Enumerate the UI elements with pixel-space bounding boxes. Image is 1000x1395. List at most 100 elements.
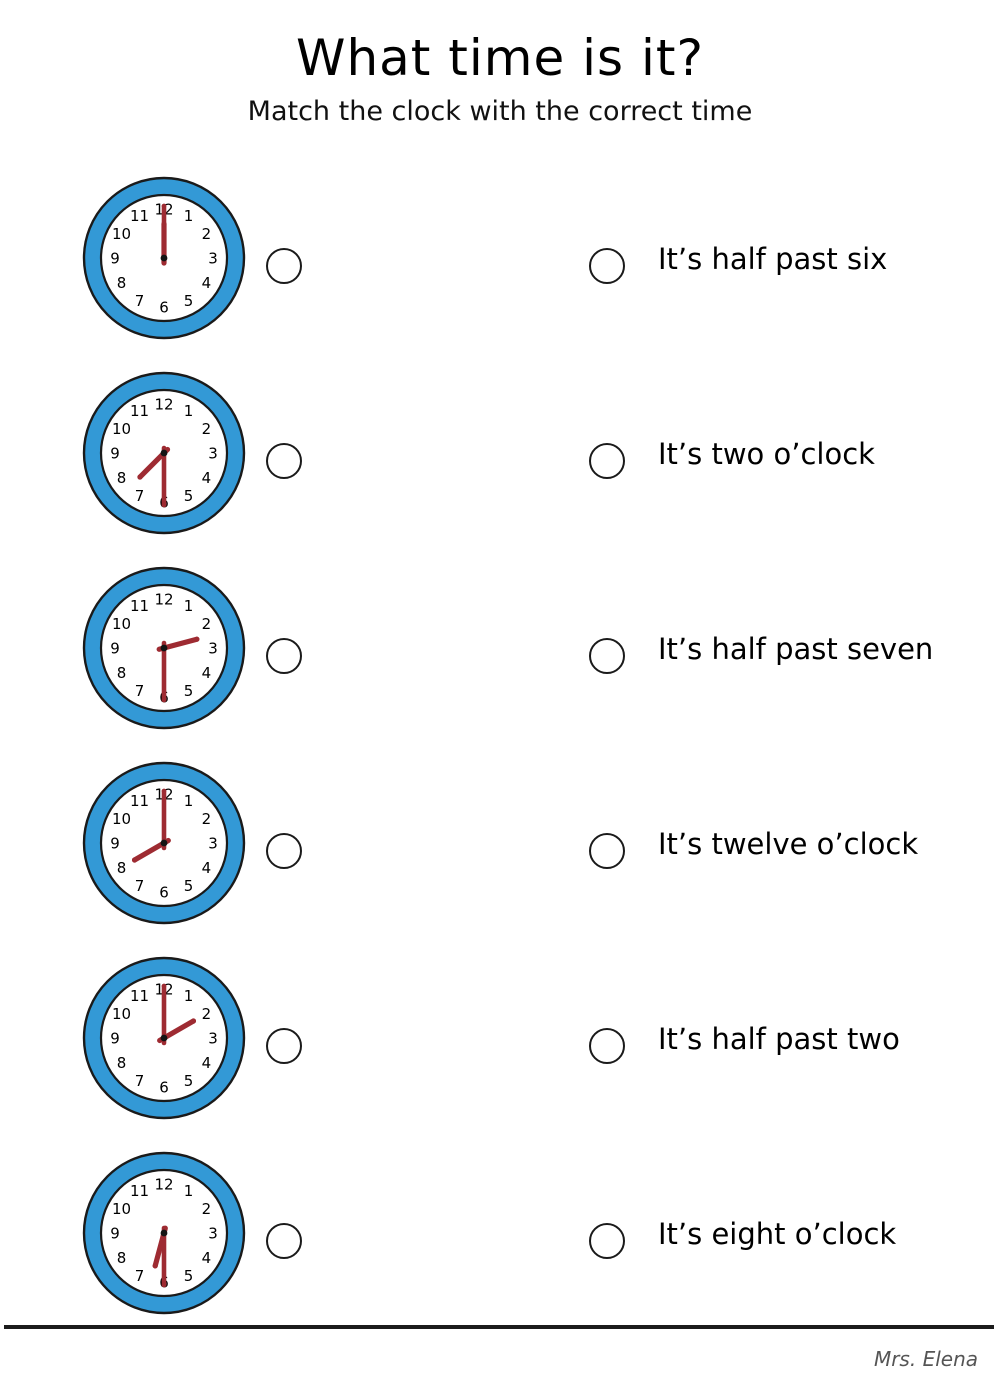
clock-numeral-1: 1 xyxy=(184,987,194,1005)
clock-numeral-5: 5 xyxy=(184,292,194,310)
clock-numeral-9: 9 xyxy=(110,1029,120,1047)
clock-numeral-9: 9 xyxy=(110,834,120,852)
clock-numeral-7: 7 xyxy=(135,877,145,895)
clock-numeral-3: 3 xyxy=(208,1029,218,1047)
clock-numeral-4: 4 xyxy=(202,1054,212,1072)
option-label: It’s twelve o’clock xyxy=(658,827,919,861)
option-label: It’s eight o’clock xyxy=(658,1217,897,1251)
problem-row: 121234567891011It’s half past six xyxy=(0,170,1000,365)
minute-hand-tip xyxy=(161,1282,167,1288)
clock-cell: 121234567891011 xyxy=(80,564,248,732)
option-label: It’s two o’clock xyxy=(658,437,875,471)
clock-numeral-4: 4 xyxy=(202,274,212,292)
clock-numeral-2: 2 xyxy=(202,810,212,828)
answer-bubble-5[interactable] xyxy=(266,1028,302,1064)
clock-two-oclock: 121234567891011 xyxy=(82,956,246,1120)
clock-numeral-6: 6 xyxy=(159,883,169,901)
clock-center-hub xyxy=(160,1229,168,1237)
clock-numeral-9: 9 xyxy=(110,444,120,462)
clock-numeral-9: 9 xyxy=(110,249,120,267)
clock-numeral-9: 9 xyxy=(110,1224,120,1242)
clock-cell: 121234567891011 xyxy=(80,759,248,927)
clock-numeral-3: 3 xyxy=(208,444,218,462)
clock-numeral-4: 4 xyxy=(202,1249,212,1267)
hour-hand-tip xyxy=(190,1018,197,1024)
problem-row: 121234567891011It’s half past seven xyxy=(0,560,1000,755)
option-bubble-2[interactable] xyxy=(589,443,625,479)
clock-numeral-11: 11 xyxy=(130,597,149,615)
clock-numeral-5: 5 xyxy=(184,682,194,700)
clock-numeral-10: 10 xyxy=(112,810,131,828)
clock-numeral-10: 10 xyxy=(112,1200,131,1218)
problem-row: 121234567891011It’s twelve o’clock xyxy=(0,755,1000,950)
problem-list: 121234567891011It’s half past six1212345… xyxy=(0,170,1000,1340)
clock-eight-oclock: 121234567891011 xyxy=(82,761,246,925)
clock-numeral-4: 4 xyxy=(202,469,212,487)
clock-numeral-5: 5 xyxy=(184,1267,194,1285)
clock-numeral-12: 12 xyxy=(154,590,173,608)
option-bubble-3[interactable] xyxy=(589,638,625,674)
clock-numeral-2: 2 xyxy=(202,615,212,633)
clock-numeral-8: 8 xyxy=(117,1054,127,1072)
page-subtitle: Match the clock with the correct time xyxy=(247,95,753,127)
clock-numeral-7: 7 xyxy=(135,487,145,505)
minute-hand-tip xyxy=(161,788,167,794)
clock-half-past-seven: 121234567891011 xyxy=(82,371,246,535)
clock-numeral-5: 5 xyxy=(184,877,194,895)
answer-bubble-1[interactable] xyxy=(266,248,302,284)
answer-bubble-3[interactable] xyxy=(266,638,302,674)
clock-numeral-7: 7 xyxy=(135,1267,145,1285)
clock-numeral-2: 2 xyxy=(202,1200,212,1218)
problem-row: 121234567891011It’s two o’clock xyxy=(0,365,1000,560)
clock-numeral-7: 7 xyxy=(135,682,145,700)
option-bubble-5[interactable] xyxy=(589,1028,625,1064)
clock-numeral-8: 8 xyxy=(117,469,127,487)
answer-bubble-6[interactable] xyxy=(266,1223,302,1259)
clock-numeral-7: 7 xyxy=(135,1072,145,1090)
problem-row: 121234567891011It’s half past two xyxy=(0,950,1000,1145)
clock-numeral-5: 5 xyxy=(184,1072,194,1090)
hour-hand-tip xyxy=(152,1263,158,1269)
option-bubble-4[interactable] xyxy=(589,833,625,869)
problem-row: 121234567891011It’s eight o’clock xyxy=(0,1145,1000,1340)
clock-numeral-10: 10 xyxy=(112,615,131,633)
clock-numeral-3: 3 xyxy=(208,834,218,852)
clock-half-past-six: 121234567891011 xyxy=(82,1151,246,1315)
clock-numeral-1: 1 xyxy=(184,792,194,810)
clock-cell: 121234567891011 xyxy=(80,369,248,537)
clock-numeral-2: 2 xyxy=(202,420,212,438)
clock-numeral-1: 1 xyxy=(184,207,194,225)
clock-numeral-5: 5 xyxy=(184,487,194,505)
option-bubble-6[interactable] xyxy=(589,1223,625,1259)
clock-numeral-8: 8 xyxy=(117,664,127,682)
clock-numeral-3: 3 xyxy=(208,639,218,657)
clock-numeral-11: 11 xyxy=(130,792,149,810)
clock-center-hub xyxy=(160,644,168,652)
minute-hand-tip xyxy=(161,983,167,989)
clock-numeral-11: 11 xyxy=(130,987,149,1005)
clock-numeral-8: 8 xyxy=(117,1249,127,1267)
clock-center-hub xyxy=(160,839,168,847)
hour-hand-tip xyxy=(137,474,143,480)
clock-cell: 121234567891011 xyxy=(80,954,248,1122)
clock-numeral-11: 11 xyxy=(130,1182,149,1200)
clock-numeral-4: 4 xyxy=(202,664,212,682)
answer-bubble-2[interactable] xyxy=(266,443,302,479)
answer-bubble-4[interactable] xyxy=(266,833,302,869)
minute-hand-tip xyxy=(161,697,167,703)
clock-cell: 121234567891011 xyxy=(80,1149,248,1317)
clock-numeral-1: 1 xyxy=(184,597,194,615)
clock-numeral-2: 2 xyxy=(202,225,212,243)
hour-hand-tip xyxy=(131,857,138,863)
clock-numeral-8: 8 xyxy=(117,859,127,877)
clock-numeral-7: 7 xyxy=(135,292,145,310)
clock-numeral-11: 11 xyxy=(130,402,149,420)
clock-numeral-4: 4 xyxy=(202,859,212,877)
footer-divider xyxy=(4,1325,994,1329)
option-bubble-1[interactable] xyxy=(589,248,625,284)
clock-numeral-3: 3 xyxy=(208,1224,218,1242)
clock-numeral-6: 6 xyxy=(159,1078,169,1096)
option-label: It’s half past two xyxy=(658,1022,900,1056)
clock-numeral-9: 9 xyxy=(110,639,120,657)
clock-numeral-12: 12 xyxy=(154,1175,173,1193)
